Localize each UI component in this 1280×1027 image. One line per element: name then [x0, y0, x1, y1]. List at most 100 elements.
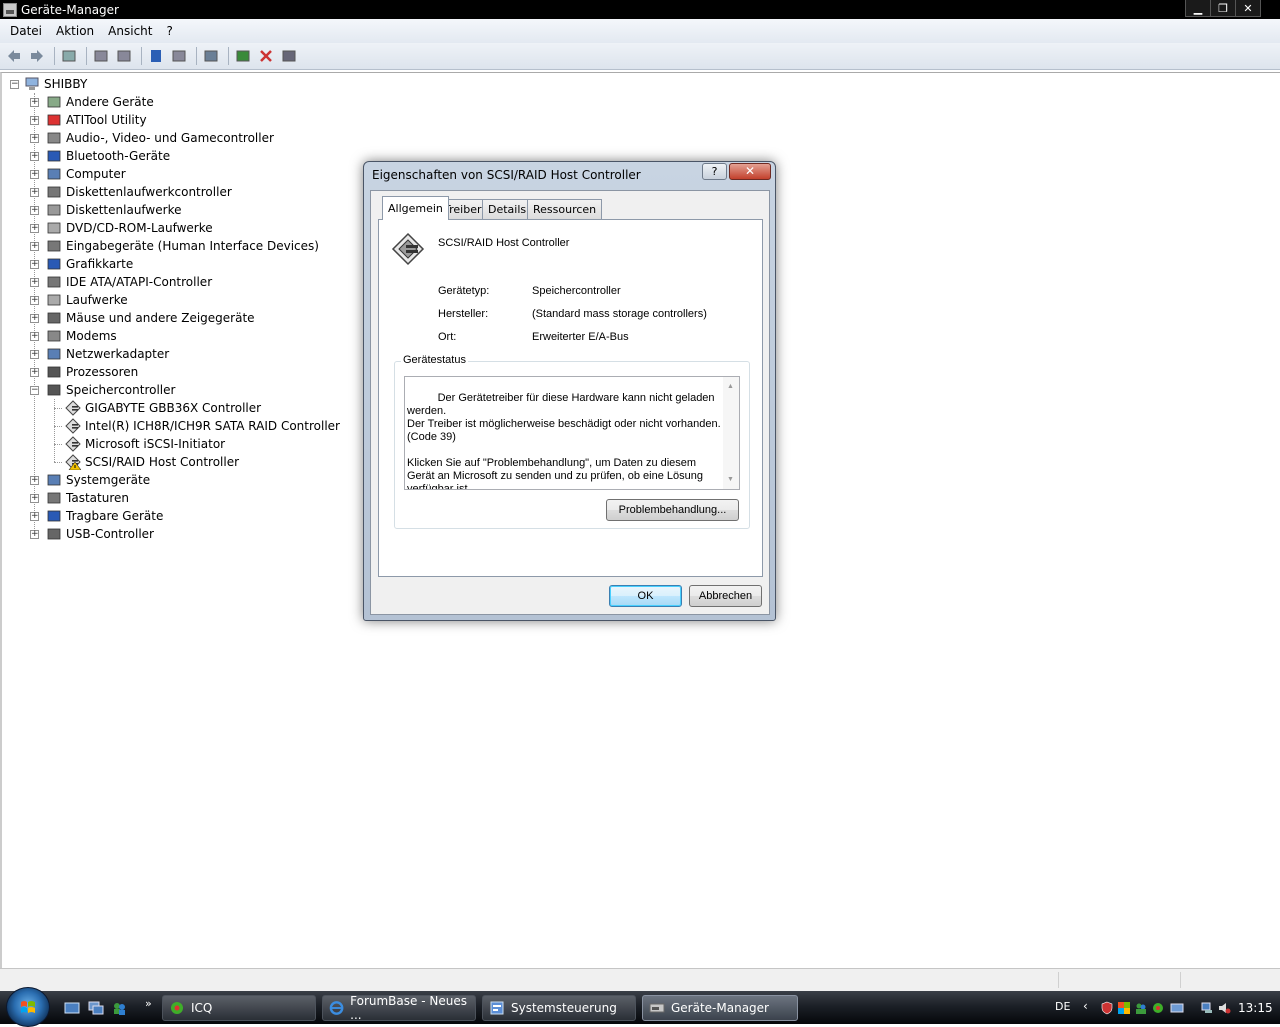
scroll-down-icon[interactable]: ▼: [727, 473, 734, 486]
minimize-button[interactable]: ▁: [1185, 0, 1211, 17]
tree-expand-toggle[interactable]: +: [30, 98, 39, 107]
tree-root-computer[interactable]: SHIBBY: [24, 75, 87, 93]
tree-category[interactable]: Eingabegeräte (Human Interface Devices): [46, 237, 319, 255]
device-status-text[interactable]: Der Gerätetreiber für diese Hardware kan…: [404, 376, 740, 490]
tree-category[interactable]: Andere Geräte: [46, 93, 154, 111]
tree-expand-toggle[interactable]: +: [30, 242, 39, 251]
tree-expand-toggle[interactable]: +: [30, 332, 39, 341]
input-language-indicator[interactable]: DE: [1055, 1000, 1070, 1013]
messenger-icon[interactable]: [111, 1000, 127, 1016]
close-button[interactable]: ✕: [1235, 0, 1261, 17]
tree-device[interactable]: Intel(R) ICH8R/ICH9R SATA RAID Controlle…: [65, 417, 340, 435]
tree-category[interactable]: Netzwerkadapter: [46, 345, 169, 363]
cancel-button[interactable]: Abbrechen: [689, 585, 762, 607]
tree-expand-toggle[interactable]: +: [30, 260, 39, 269]
view-button[interactable]: [169, 46, 189, 66]
messenger-tray-icon[interactable]: [1134, 1001, 1148, 1015]
tree-expand-toggle[interactable]: +: [30, 116, 39, 125]
tree-expand-toggle[interactable]: +: [30, 224, 39, 233]
tree-expand-toggle[interactable]: +: [30, 476, 39, 485]
status-scrollbar[interactable]: ▲ ▼: [723, 377, 739, 489]
tree-collapse-toggle[interactable]: −: [30, 386, 39, 395]
forward-button[interactable]: [27, 46, 47, 66]
tree-category-label: Grafikkarte: [66, 257, 134, 271]
start-button[interactable]: [6, 987, 50, 1027]
tree-category[interactable]: Systemgeräte: [46, 471, 150, 489]
volume-icon[interactable]: [1217, 1001, 1231, 1015]
tab-allgemein[interactable]: Allgemein: [382, 196, 449, 220]
tree-category[interactable]: USB-Controller: [46, 525, 154, 543]
windows-color-icon[interactable]: [1117, 1001, 1131, 1015]
tree-category[interactable]: Modems: [46, 327, 117, 345]
tree-category[interactable]: Speichercontroller: [46, 381, 175, 399]
tree-category[interactable]: Computer: [46, 165, 126, 183]
menu-ansicht[interactable]: Ansicht: [101, 24, 159, 38]
dialog-help-button[interactable]: ?: [702, 163, 727, 180]
network-tray-icon[interactable]: [1170, 1001, 1184, 1015]
tree-category[interactable]: IDE ATA/ATAPI-Controller: [46, 273, 212, 291]
tree-category[interactable]: Laufwerke: [46, 291, 128, 309]
help-button[interactable]: [146, 46, 166, 66]
tree-category[interactable]: Tastaturen: [46, 489, 129, 507]
tree-expand-toggle[interactable]: +: [30, 170, 39, 179]
icq-tray-icon[interactable]: [1151, 1001, 1165, 1015]
tree-category-label: DVD/CD-ROM-Laufwerke: [66, 221, 213, 235]
show-hidden-icons-button[interactable]: ‹: [1083, 999, 1088, 1013]
scroll-up-icon[interactable]: ▲: [727, 380, 734, 393]
tree-category[interactable]: Diskettenlaufwerke: [46, 201, 181, 219]
tree-expand-toggle[interactable]: +: [30, 206, 39, 215]
tree-device[interactable]: Microsoft iSCSI-Initiator: [65, 435, 225, 453]
tree-expand-toggle[interactable]: +: [30, 350, 39, 359]
tab-ressourcen[interactable]: Ressourcen: [527, 199, 603, 219]
disable-button[interactable]: [279, 46, 299, 66]
taskbar-item-icq[interactable]: ICQ: [162, 995, 316, 1021]
menu-help[interactable]: ?: [159, 24, 179, 38]
tree-expand-toggle[interactable]: +: [30, 530, 39, 539]
tree-expand-toggle[interactable]: +: [30, 368, 39, 377]
tree-category[interactable]: Audio-, Video- und Gamecontroller: [46, 129, 274, 147]
maximize-button[interactable]: ❐: [1210, 0, 1236, 17]
tree-category[interactable]: Mäuse und andere Zeigegeräte: [46, 309, 255, 327]
scan-hardware-button[interactable]: [201, 46, 221, 66]
tree-expand-toggle[interactable]: +: [30, 512, 39, 521]
tree-expand-toggle[interactable]: +: [30, 188, 39, 197]
show-desktop-icon[interactable]: [64, 1000, 80, 1016]
tree-collapse-toggle[interactable]: −: [10, 80, 19, 89]
tree-category-label: Audio-, Video- und Gamecontroller: [66, 131, 274, 145]
ok-button[interactable]: OK: [609, 585, 682, 607]
security-shield-icon[interactable]: [1100, 1001, 1114, 1015]
menu-datei[interactable]: Datei: [3, 24, 49, 38]
tree-category[interactable]: Diskettenlaufwerkcontroller: [46, 183, 232, 201]
tree-category[interactable]: DVD/CD-ROM-Laufwerke: [46, 219, 213, 237]
tree-expand-toggle[interactable]: +: [30, 152, 39, 161]
taskbar-item-geraete-manager[interactable]: Geräte-Manager: [642, 995, 798, 1021]
quicklaunch-more-button[interactable]: »: [145, 997, 152, 1010]
menu-aktion[interactable]: Aktion: [49, 24, 101, 38]
switch-windows-icon[interactable]: [88, 1000, 104, 1016]
tree-device[interactable]: GIGABYTE GBB36X Controller: [65, 399, 261, 417]
tree-category[interactable]: Bluetooth-Geräte: [46, 147, 170, 165]
tree-category[interactable]: ATITool Utility: [46, 111, 147, 129]
back-button[interactable]: [4, 46, 24, 66]
tree-expand-toggle[interactable]: +: [30, 314, 39, 323]
connection-tray-icon[interactable]: [1200, 1001, 1214, 1015]
troubleshoot-button[interactable]: Problembehandlung...: [606, 499, 739, 521]
tree-category[interactable]: Grafikkarte: [46, 255, 133, 273]
tree-expand-toggle[interactable]: +: [30, 494, 39, 503]
tree-expand-toggle[interactable]: +: [30, 278, 39, 287]
up-button[interactable]: [59, 46, 79, 66]
uninstall-button[interactable]: [256, 46, 276, 66]
tree-category[interactable]: Tragbare Geräte: [46, 507, 163, 525]
tree-device[interactable]: SCSI/RAID Host Controller: [65, 453, 239, 471]
update-driver-button[interactable]: [233, 46, 253, 66]
taskbar-item-systemsteuerung[interactable]: Systemsteuerung: [482, 995, 636, 1021]
show-hide-button[interactable]: [114, 46, 134, 66]
tree-category[interactable]: Prozessoren: [46, 363, 138, 381]
tree-expand-toggle[interactable]: +: [30, 296, 39, 305]
tab-details[interactable]: Details: [482, 199, 533, 219]
dialog-close-button[interactable]: ✕: [729, 163, 771, 180]
tree-expand-toggle[interactable]: +: [30, 134, 39, 143]
taskbar-item-forumbase[interactable]: ForumBase - Neues ...: [322, 994, 476, 1022]
clock[interactable]: 13:15: [1238, 1001, 1273, 1015]
properties-button[interactable]: [91, 46, 111, 66]
